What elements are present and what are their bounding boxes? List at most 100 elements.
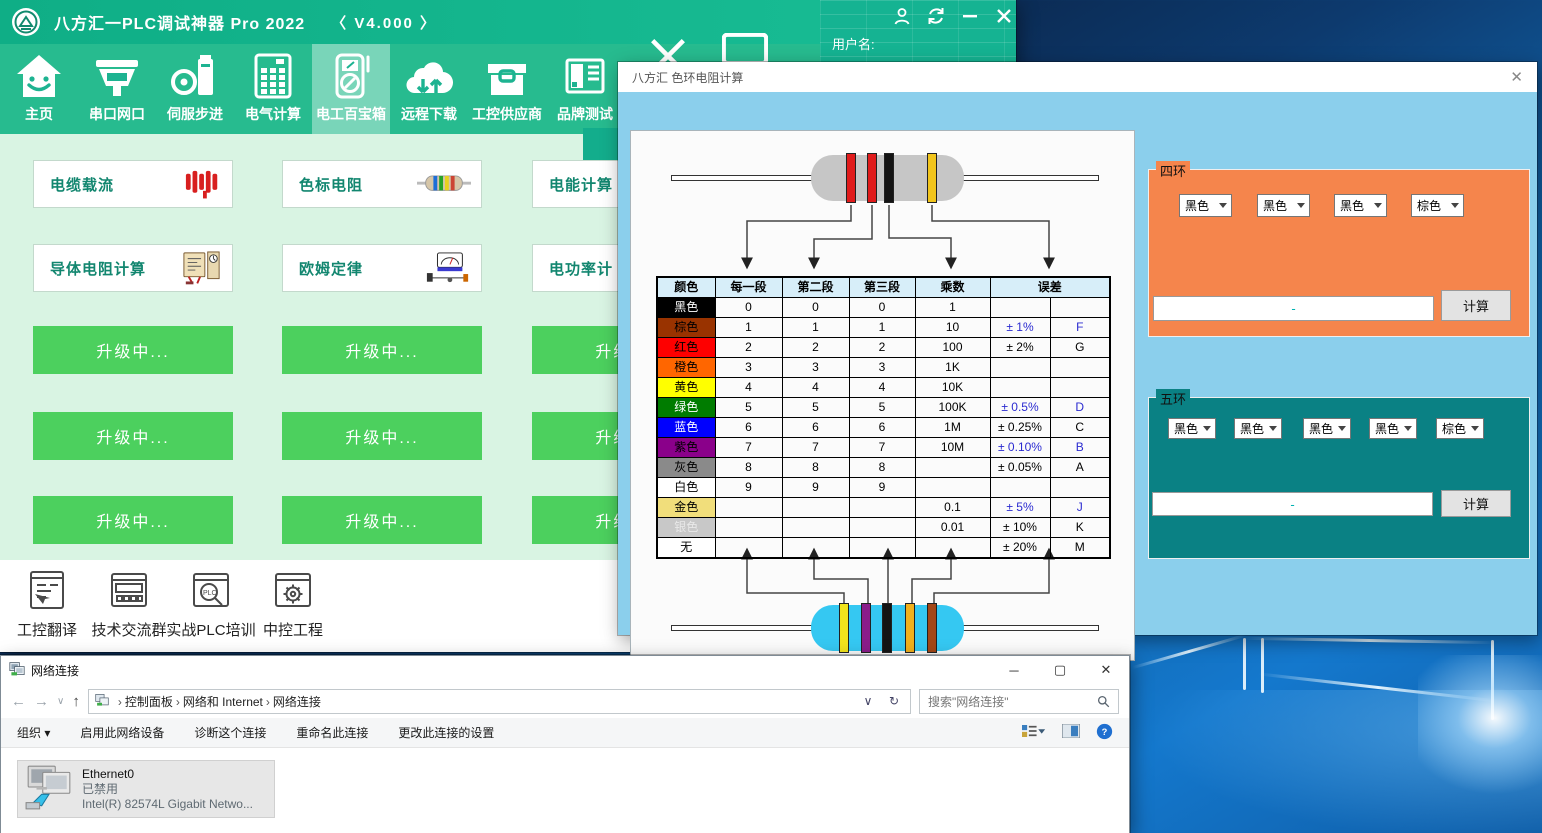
wallpaper-beam: [1243, 637, 1495, 644]
table-row: 无± 20%M: [657, 538, 1110, 559]
network-titlebar: 网络连接 ─ ▢ ✕: [1, 656, 1129, 684]
tool-button-resistor[interactable]: 色标电阻: [282, 160, 482, 208]
color-select[interactable]: 黑色: [1369, 418, 1417, 439]
tolerance-cell: [990, 358, 1050, 378]
search-icon: [1097, 695, 1110, 708]
chevron-down-icon: [1219, 203, 1227, 208]
help-icon[interactable]: ?: [1096, 723, 1113, 743]
color-select[interactable]: 黑色: [1257, 194, 1310, 217]
tolerance-cell: ± 5%: [990, 498, 1050, 518]
breadcrumb[interactable]: ›控制面板›网络和 Internet›网络连接 ∨ ↻: [88, 689, 911, 714]
color-select[interactable]: 黑色: [1303, 418, 1351, 439]
back-arrow-icon[interactable]: ←: [11, 693, 26, 710]
view-options-icon[interactable]: [1022, 724, 1046, 741]
wallpaper-beam: [1132, 634, 1246, 669]
home-icon: [15, 50, 63, 102]
value-cell: 5: [715, 398, 782, 418]
breadcrumb-items: ›控制面板›网络和 Internet›网络连接: [115, 693, 321, 710]
nav-item-multimeter[interactable]: 电工百宝箱: [312, 44, 390, 134]
nav-item-serial-port[interactable]: 串口网口: [78, 44, 156, 134]
color-name-cell: 黄色: [657, 378, 715, 398]
sync-icon[interactable]: [926, 6, 946, 26]
footer-link-plc-training[interactable]: PLC实战PLC培训: [170, 568, 252, 640]
nav-label: 远程下载: [401, 104, 457, 124]
footer-link-keyboard-window[interactable]: 技术交流群: [88, 568, 170, 640]
footer-links: 工控翻译技术交流群PLC实战PLC培训中控工程: [6, 568, 334, 640]
upgrading-button[interactable]: 升级中...: [282, 326, 482, 374]
net-close-icon[interactable]: ✕: [1083, 656, 1129, 684]
color-select-value: 黑色: [1240, 420, 1264, 437]
nav-item-plc-device[interactable]: 品牌测试: [546, 44, 624, 134]
up-arrow-icon[interactable]: ↑: [72, 693, 80, 710]
tool-button-ohm-meter[interactable]: 欧姆定律: [282, 244, 482, 292]
ethernet-adapter-item[interactable]: Ethernet0 已禁用 Intel(R) 82574L Gigabit Ne…: [17, 760, 275, 818]
address-dropdown-icon[interactable]: ∨: [858, 694, 878, 708]
nav-item-cloud-download[interactable]: 远程下载: [390, 44, 468, 134]
breadcrumb-item[interactable]: 控制面板: [125, 695, 173, 709]
tolerance-code-cell: M: [1050, 538, 1110, 559]
upgrading-button[interactable]: 升级中...: [33, 412, 233, 460]
value-cell: 1: [915, 298, 990, 318]
tolerance-cell: ± 0.10%: [990, 438, 1050, 458]
upgrading-button[interactable]: 升级中...: [33, 326, 233, 374]
value-cell: 6: [715, 418, 782, 438]
color-name-cell: 金色: [657, 498, 715, 518]
nav-item-servo-motor[interactable]: 伺服步进: [156, 44, 234, 134]
user-icon[interactable]: [892, 6, 912, 26]
value-cell: 9: [849, 478, 915, 498]
tolerance-cell: ± 1%: [990, 318, 1050, 338]
breadcrumb-item[interactable]: 网络连接: [273, 695, 321, 709]
chevron-down-icon: [1338, 426, 1346, 431]
nav-item-home[interactable]: 主页: [0, 44, 78, 134]
result-field[interactable]: -: [1152, 492, 1433, 516]
recent-locations-chevron-icon[interactable]: ∨: [57, 696, 64, 707]
tool-button-label: 电功率计: [549, 258, 613, 279]
color-select[interactable]: 黑色: [1334, 194, 1387, 217]
upgrading-button[interactable]: 升级中...: [282, 496, 482, 544]
tool-button-conductor-meter[interactable]: 导体电阻计算: [33, 244, 233, 292]
net-toolbar-item[interactable]: 重命名此连接: [296, 724, 368, 741]
forward-arrow-icon[interactable]: →: [34, 693, 49, 710]
multimeter-icon: [327, 50, 375, 102]
footer-link-gear-window[interactable]: 中控工程: [252, 568, 334, 640]
net-toolbar-item[interactable]: 组织 ▾: [17, 724, 50, 741]
app-version[interactable]: 〈 V4.000 〉: [331, 12, 437, 33]
color-select[interactable]: 黑色: [1179, 194, 1232, 217]
upgrading-button[interactable]: 升级中...: [33, 496, 233, 544]
color-select[interactable]: 棕色: [1436, 418, 1484, 439]
calculate-button[interactable]: 计算: [1441, 290, 1511, 321]
color-select-value: 棕色: [1417, 197, 1441, 214]
preview-pane-icon[interactable]: [1062, 724, 1080, 741]
value-cell: 0.01: [915, 518, 990, 538]
tool-button-label: 导体电阻计算: [50, 258, 146, 279]
net-toolbar-item[interactable]: 更改此连接的设置: [398, 724, 494, 741]
result-field[interactable]: -: [1153, 296, 1434, 321]
refresh-icon[interactable]: ↻: [884, 694, 904, 708]
net-toolbar-item[interactable]: 启用此网络设备: [80, 724, 164, 741]
net-maximize-icon[interactable]: ▢: [1037, 656, 1083, 684]
location-icon: [95, 693, 109, 710]
color-select[interactable]: 棕色: [1411, 194, 1464, 217]
net-toolbar-item[interactable]: 诊断这个连接: [194, 724, 266, 741]
color-name-cell: 白色: [657, 478, 715, 498]
dialog-body: 颜色每一段第二段第三段乘数误差黑色0001棕色11110± 1%F红色22210…: [618, 92, 1537, 635]
footer-link-translate-doc[interactable]: 工控翻译: [6, 568, 88, 640]
minimize-icon[interactable]: [960, 6, 980, 26]
color-select[interactable]: 黑色: [1168, 418, 1216, 439]
search-input[interactable]: 搜索"网络连接": [919, 689, 1119, 714]
nav-item-calculator[interactable]: 电气计算: [234, 44, 312, 134]
footer-link-label: 实战PLC培训: [166, 619, 255, 640]
nav-item-supplier-box[interactable]: 工控供应商: [468, 44, 546, 134]
color-select-value: 黑色: [1263, 197, 1287, 214]
close-icon[interactable]: [994, 6, 1014, 26]
dialog-close-icon[interactable]: ✕: [1510, 68, 1523, 86]
breadcrumb-item[interactable]: 网络和 Internet: [183, 695, 263, 709]
tool-button-cable[interactable]: 电缆载流: [33, 160, 233, 208]
network-window-controls: ─ ▢ ✕: [991, 656, 1129, 684]
upgrading-button[interactable]: 升级中...: [282, 412, 482, 460]
value-cell: 0: [782, 298, 849, 318]
color-select-value: 黑色: [1309, 420, 1333, 437]
net-minimize-icon[interactable]: ─: [991, 656, 1037, 684]
color-select[interactable]: 黑色: [1234, 418, 1282, 439]
calculate-button[interactable]: 计算: [1441, 490, 1511, 517]
